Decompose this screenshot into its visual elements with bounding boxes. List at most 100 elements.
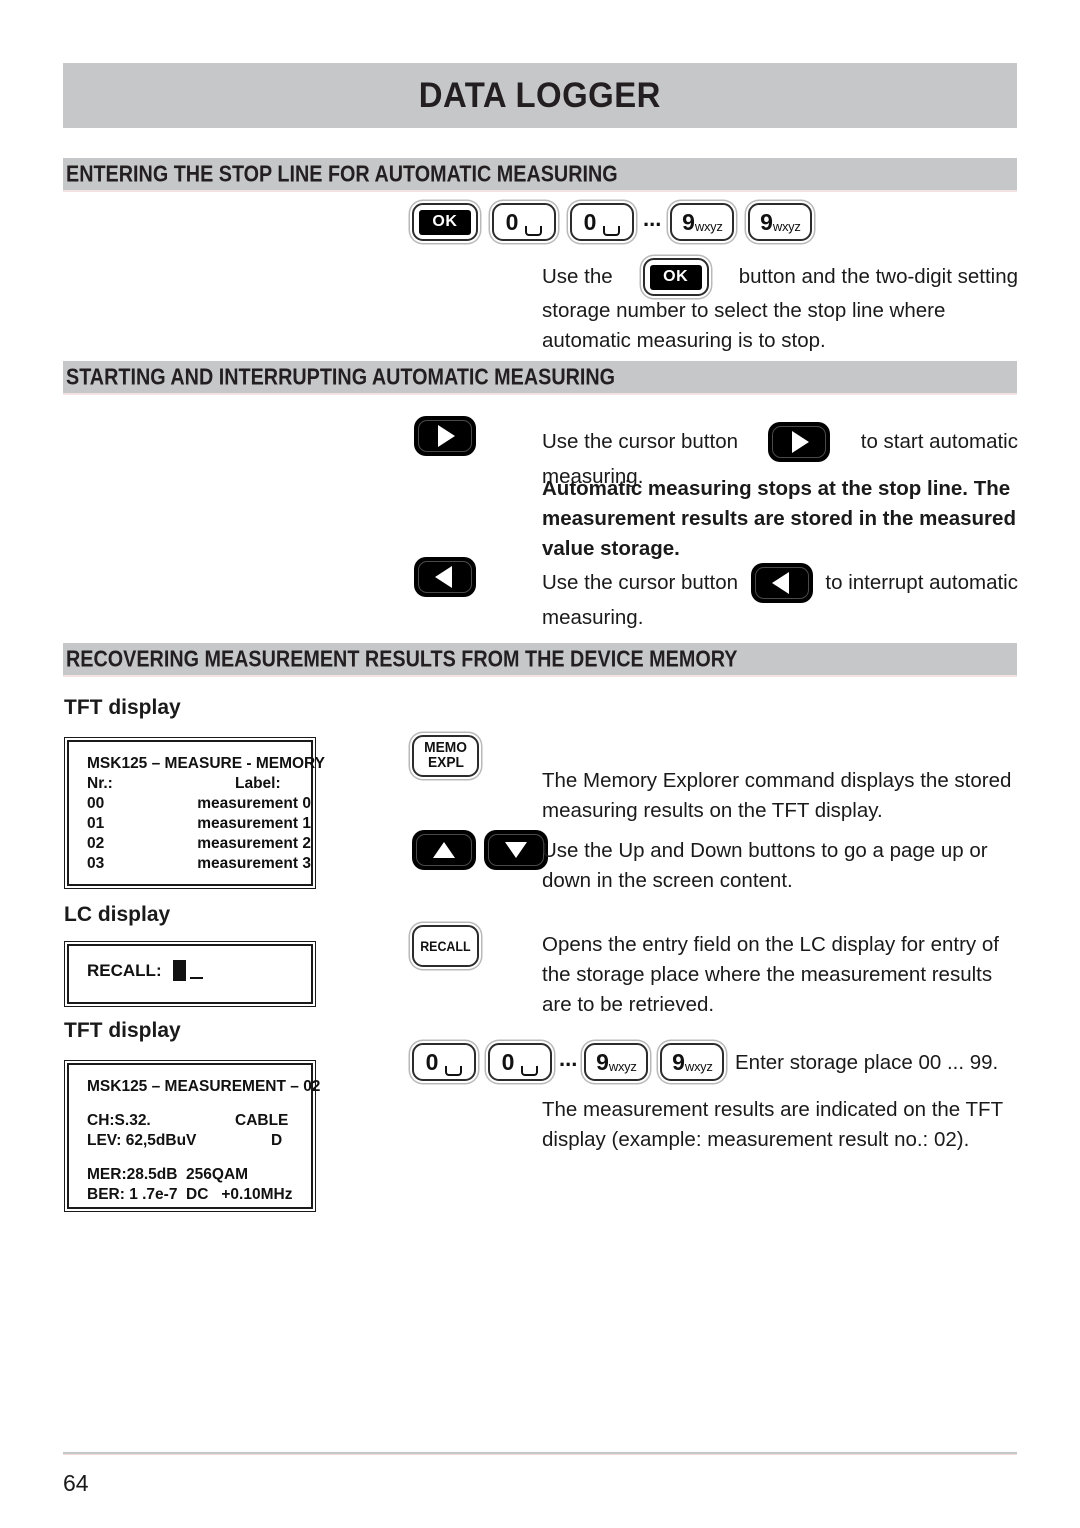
paragraph-line-with-right-key: Use the cursor button to start automatic — [542, 422, 1018, 462]
interrupt-text-after: to interrupt automatic — [825, 571, 1018, 594]
tft-memory-header-row: Nr.: Label: — [87, 774, 311, 794]
memo-expl-text-line1: The Memory Explorer command displays the… — [542, 769, 1012, 792]
digit-zero-label-2: 0 — [583, 208, 597, 235]
table-row: 00 measurement 0 — [87, 794, 311, 814]
tft-measurement-channel: CH:S.32. — [87, 1112, 151, 1129]
digit-zero-key-icon-3[interactable]: 0 — [412, 1043, 476, 1081]
section-heading-label: ENTERING THE STOP LINE FOR AUTOMATIC MEA… — [66, 160, 618, 187]
digit-nine-letters-2: wxyz — [772, 219, 801, 234]
cursor-right-icon-inline[interactable] — [768, 422, 831, 462]
section-heading-label-3: RECOVERING MEASUREMENT RESULTS FROM THE … — [66, 645, 738, 672]
lc-display-label: LC display — [64, 903, 171, 926]
digit-zero-label: 0 — [505, 208, 519, 235]
memo-expl-key-icon[interactable]: MEMO EXPL — [412, 735, 479, 777]
ok-key-icon[interactable]: OK — [412, 203, 478, 241]
digit-zero-key-icon-2[interactable]: 0 — [570, 203, 634, 241]
triangle-up-glyph — [433, 842, 455, 858]
digit-nine-letters-3: wxyz — [608, 1059, 637, 1074]
paragraph-storage-place: Enter storage place 00 ... 99. — [735, 1051, 999, 1074]
results-text-line2: display (example: measurement result no.… — [542, 1128, 970, 1151]
interrupt-text-before: Use the cursor button — [542, 571, 738, 594]
memo-expl-text-line2: measuring results on the TFT display. — [542, 799, 883, 822]
table-row: 02 measurement 2 — [87, 834, 311, 854]
paragraph-line-with-left-key: Use the cursor button to interrupt autom… — [542, 563, 1018, 603]
tft-memory-row0-nr: 00 — [87, 795, 105, 812]
lc-display-cursor-icon — [172, 960, 186, 981]
memo-expl-line2: EXPL — [427, 755, 464, 771]
tft-measurement-display: MSK125 – MEASUREMENT – 02 CH:S.32. CABLE… — [64, 1060, 321, 1212]
cursor-right-key-column[interactable] — [414, 416, 476, 456]
section-heading-entering-stop-line: ENTERING THE STOP LINE FOR AUTOMATIC MEA… — [63, 158, 1017, 192]
results-text-line1: The measurement results are indicated on… — [542, 1098, 1004, 1121]
tft-measurement-standard: D — [271, 1132, 283, 1149]
recall-key-icon[interactable]: RECALL — [412, 925, 479, 967]
tft-measurement-ber: BER: 1 .7e-7 DC +0.10MHz — [87, 1186, 293, 1203]
table-row: 03 measurement 3 — [87, 854, 311, 874]
cursor-down-icon[interactable] — [484, 830, 548, 870]
recall-text-line3: are to be retrieved. — [542, 993, 715, 1016]
section-heading-recovering-results: RECOVERING MEASUREMENT RESULTS FROM THE … — [63, 643, 1017, 677]
tft-memory-row2-label: measurement 2 — [197, 835, 311, 852]
digit-nine-label-3: 9 — [596, 1048, 609, 1075]
paragraph-text-after-ok: button and the two-digit setting — [738, 265, 1018, 288]
tft-display-label-1: TFT display — [64, 696, 181, 719]
recall-text-line1: Opens the entry field on the LC display … — [542, 933, 999, 956]
recall-text-line2: the storage place where the measurement … — [542, 963, 993, 986]
digit-nine-letters-4: wxyz — [684, 1059, 713, 1074]
section-heading-label-2: STARTING AND INTERRUPTING AUTOMATIC MEAS… — [66, 363, 616, 390]
paragraph-interrupt-measuring: Use the cursor button to interrupt autom… — [542, 563, 1018, 633]
page-title: DATA LOGGER — [418, 75, 662, 115]
cursor-left-key-column[interactable] — [414, 557, 476, 597]
table-row: 01 measurement 1 — [87, 814, 311, 834]
digit-nine-key-icon-2[interactable]: 9 wxyz — [748, 203, 813, 241]
paragraph-stop-line: Use the OK button and the two-digit sett… — [542, 258, 1018, 356]
digit-nine-key-icon[interactable]: 9 wxyz — [670, 203, 735, 241]
cursor-left-icon-inline[interactable] — [750, 563, 813, 603]
memo-expl-line1: MEMO — [424, 740, 467, 757]
footer-rule — [63, 1452, 1017, 1455]
triangle-right-glyph — [438, 425, 455, 447]
digit-nine-key-icon-3[interactable]: 9 wxyz — [584, 1043, 649, 1081]
digit-zero-label-3: 0 — [425, 1048, 439, 1075]
recall-key-label: RECALL — [420, 938, 471, 954]
paragraph-memo-expl: The Memory Explorer command displays the… — [542, 766, 1018, 826]
paragraph-line-3: automatic measuring is to stop. — [542, 329, 826, 352]
key-row-storage-entry: 0 0 ... 9 wxyz 9 wxyz — [412, 1043, 725, 1081]
tft-memory-row2-nr: 02 — [87, 835, 105, 852]
lc-display: RECALL: — [64, 941, 316, 1007]
paragraph-text-before-ok: Use the — [542, 265, 613, 288]
page-number: 64 — [63, 1470, 89, 1496]
tft-display-label-2: TFT display — [64, 1019, 181, 1042]
tft-memory-col-nr: Nr.: — [87, 775, 113, 792]
start-text-after: to start automatic — [860, 430, 1018, 453]
paragraph-line-2: storage number to select the stop line w… — [542, 299, 946, 322]
memo-expl-key-wrap[interactable]: MEMO EXPL — [412, 735, 479, 777]
tft-memory-row3-label: measurement 3 — [197, 855, 311, 872]
tft-measurement-mer: MER:28.5dB 256QAM — [87, 1166, 249, 1183]
paragraph-stop-line-notice: Automatic measuring stops at the stop li… — [542, 474, 1018, 564]
tft-measurement-title: MSK125 – MEASUREMENT – 02 — [87, 1078, 321, 1095]
digit-nine-label: 9 — [682, 208, 695, 235]
digit-nine-letters: wxyz — [694, 219, 723, 234]
space-symbol-icon — [525, 226, 543, 236]
updown-key-row — [412, 830, 548, 870]
paragraph-updown: Use the Up and Down buttons to go a page… — [542, 836, 1018, 896]
triangle-down-glyph — [505, 842, 527, 858]
space-symbol-icon-4 — [521, 1066, 539, 1076]
lc-display-line: RECALL: — [87, 960, 311, 981]
tft-memory-row1-label: measurement 1 — [197, 815, 311, 832]
tft-measurement-level: LEV: 62,5dBuV — [87, 1132, 197, 1149]
cursor-left-icon[interactable] — [414, 557, 476, 597]
cursor-up-icon[interactable] — [412, 830, 476, 870]
tft-measurement-network: CABLE — [235, 1112, 289, 1129]
paragraph-recall: Opens the entry field on the LC display … — [542, 930, 1018, 1020]
notice-line-3: value storage. — [542, 537, 680, 560]
cursor-right-icon[interactable] — [414, 416, 476, 456]
tft-memory-col-label: Label: — [235, 775, 281, 792]
digit-zero-key-icon[interactable]: 0 — [492, 203, 556, 241]
ok-key-icon-inline[interactable]: OK — [642, 258, 709, 296]
digit-zero-key-icon-4[interactable]: 0 — [488, 1043, 552, 1081]
key-range-ellipsis: ... — [643, 206, 662, 231]
digit-nine-key-icon-4[interactable]: 9 wxyz — [660, 1043, 725, 1081]
recall-key-wrap[interactable]: RECALL — [412, 925, 479, 967]
